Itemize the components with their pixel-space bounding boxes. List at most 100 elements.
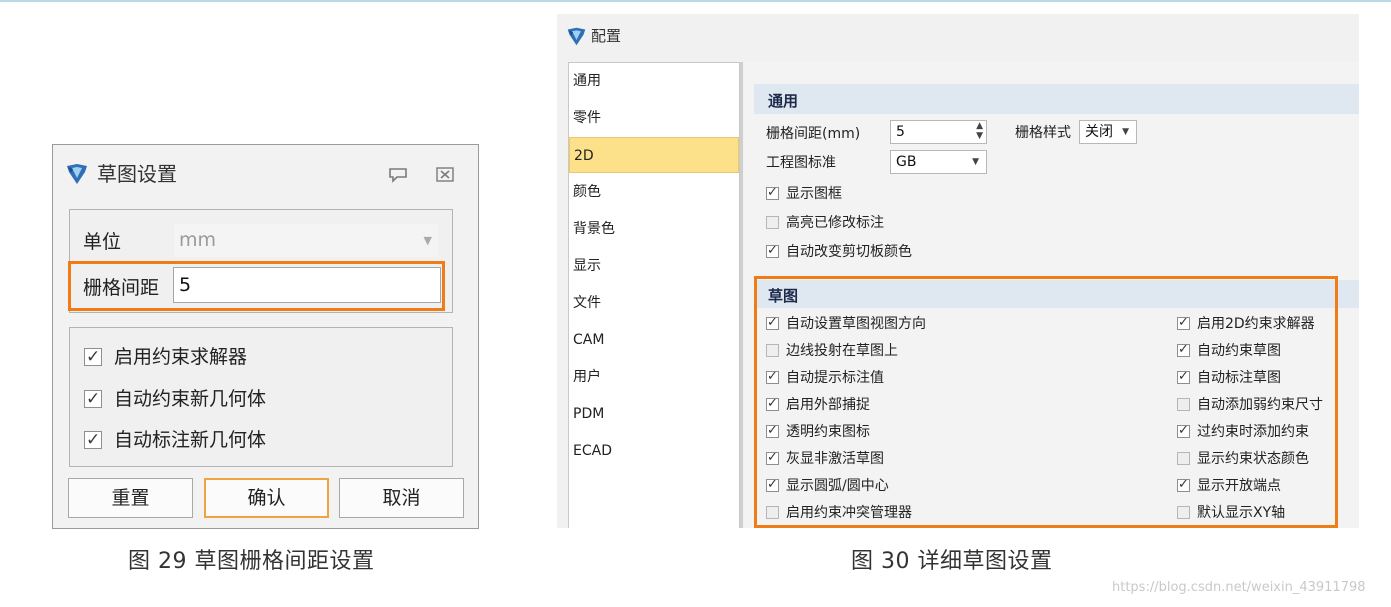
figure-30-caption: 图 30 详细草图设置: [851, 549, 1053, 574]
checkbox[interactable]: [1177, 452, 1190, 465]
checkbox-row[interactable]: 启用约束冲突管理器: [766, 504, 912, 522]
figure-29-caption: 图 29 草图栅格间距设置: [128, 549, 375, 574]
checkbox-row[interactable]: 启用约束求解器: [84, 346, 247, 370]
checkbox-row[interactable]: 自动约束草图: [1177, 341, 1281, 360]
checkbox-row[interactable]: 边线投射在草图上: [766, 342, 898, 360]
nav-item-2d[interactable]: 2D: [569, 137, 739, 173]
checkbox-row[interactable]: 启用外部捕捉: [766, 395, 870, 414]
checkbox[interactable]: [1177, 398, 1190, 411]
checkbox[interactable]: [766, 422, 779, 440]
checkbox-label: 默认显示XY轴: [1197, 505, 1286, 521]
spinner-icon[interactable]: ▲ ▼: [976, 121, 983, 141]
grid-style-label: 栅格样式: [1015, 125, 1071, 141]
checkbox[interactable]: [766, 216, 779, 229]
checkbox-row[interactable]: 透明约束图标: [766, 422, 870, 441]
nav-item-ecad[interactable]: ECAD: [569, 433, 739, 469]
dialog-title-bar: 草图设置: [53, 145, 478, 203]
drawing-standard-label: 工程图标准: [766, 155, 836, 171]
checkbox-row[interactable]: 过约束时添加约束: [1177, 422, 1309, 441]
reset-button[interactable]: 重置: [68, 478, 193, 518]
checkbox[interactable]: [84, 346, 102, 368]
config-nav: 通用 零件 2D 颜色 背景色 显示 文件 CAM 用户 PDM ECAD: [568, 62, 740, 528]
nav-item-user[interactable]: 用户: [569, 359, 739, 395]
checkbox-row[interactable]: 自动标注新几何体: [84, 429, 266, 453]
nav-item-background[interactable]: 背景色: [569, 211, 739, 247]
close-icon[interactable]: [433, 162, 457, 186]
checkbox-row[interactable]: 高亮已修改标注: [766, 214, 884, 232]
nav-item-cam[interactable]: CAM: [569, 322, 739, 358]
checkbox[interactable]: [766, 314, 779, 332]
solver-options-group: 启用约束求解器 自动约束新几何体 自动标注新几何体: [69, 327, 453, 467]
drawing-standard-select[interactable]: GB ▼: [890, 150, 987, 174]
checkbox[interactable]: [1177, 341, 1190, 359]
nav-item-part[interactable]: 零件: [569, 100, 739, 136]
checkbox[interactable]: [766, 476, 779, 494]
nav-item-color[interactable]: 颜色: [569, 174, 739, 210]
nav-item-general[interactable]: 通用: [569, 63, 739, 99]
drawing-standard-value: GB: [896, 154, 917, 170]
checkbox-row[interactable]: 自动提示标注值: [766, 368, 884, 387]
unit-grid-group: 单位 mm ▼ 栅格间距 5: [68, 209, 453, 313]
nav-splitter[interactable]: [740, 62, 743, 528]
checkbox[interactable]: [766, 184, 779, 202]
checkbox[interactable]: [766, 449, 779, 467]
checkbox[interactable]: [766, 344, 779, 357]
config-window: 配置 通用 零件 2D 颜色 背景色 显示 文件 CAM 用户 PDM ECAD…: [557, 14, 1359, 528]
checkbox[interactable]: [766, 368, 779, 386]
checkbox-label: 启用约束求解器: [114, 346, 248, 368]
grid-spacing-input[interactable]: 5: [173, 267, 441, 303]
nav-item-display[interactable]: 显示: [569, 248, 739, 284]
checkbox-label: 过约束时添加约束: [1197, 424, 1309, 440]
grid-style-select[interactable]: 关闭 ▼: [1079, 120, 1137, 144]
checkbox-label: 显示圆弧/圆中心: [786, 478, 889, 494]
grid-spacing-mm-input[interactable]: 5 ▲ ▼: [890, 120, 987, 144]
grid-spacing-label: 栅格间距: [83, 277, 160, 299]
checkbox[interactable]: [1177, 422, 1190, 440]
unit-select[interactable]: mm ▼: [174, 224, 438, 257]
checkbox-row[interactable]: 自动改变剪切板颜色: [766, 242, 912, 261]
checkbox[interactable]: [84, 388, 102, 410]
chevron-down-icon: ▼: [1122, 127, 1129, 137]
checkbox-row[interactable]: 灰显非激活草图: [766, 449, 884, 468]
checkbox-label: 自动添加弱约束尺寸: [1197, 397, 1323, 413]
checkbox[interactable]: [766, 506, 779, 519]
checkbox-row[interactable]: 自动设置草图视图方向: [766, 314, 926, 333]
checkbox[interactable]: [766, 242, 779, 260]
checkbox-label: 启用约束冲突管理器: [786, 505, 912, 521]
checkbox-label: 显示约束状态颜色: [1197, 451, 1309, 467]
checkbox-label: 透明约束图标: [786, 424, 870, 440]
checkbox-label: 显示开放端点: [1197, 478, 1281, 494]
checkbox[interactable]: [766, 395, 779, 413]
checkbox-row[interactable]: 自动添加弱约束尺寸: [1177, 396, 1323, 414]
checkbox-row[interactable]: 启用2D约束求解器: [1177, 314, 1315, 333]
checkbox-row[interactable]: 显示约束状态颜色: [1177, 450, 1309, 468]
cancel-button[interactable]: 取消: [339, 478, 464, 518]
checkbox-label: 自动改变剪切板颜色: [786, 244, 912, 260]
checkbox-label: 自动提示标注值: [786, 370, 884, 386]
checkbox-label: 边线投射在草图上: [786, 343, 898, 359]
dialog-title: 草图设置: [97, 162, 177, 186]
checkbox[interactable]: [84, 429, 102, 451]
confirm-button[interactable]: 确认: [204, 478, 329, 518]
checkbox[interactable]: [1177, 314, 1190, 332]
checkbox[interactable]: [1177, 506, 1190, 519]
app-logo-icon: [67, 164, 87, 184]
grid-spacing-mm-label: 栅格间距(mm): [766, 126, 861, 142]
checkbox-label: 显示图框: [786, 186, 842, 202]
settings-panel: 通用 栅格间距(mm) 5 ▲▼ 栅格样式 关闭 ▼ 工程图标准 GB ▼ 显示…: [744, 62, 1359, 528]
checkbox-label: 自动约束草图: [1197, 343, 1281, 359]
checkbox-row[interactable]: 显示开放端点: [1177, 476, 1281, 495]
checkbox-row[interactable]: 显示图框: [766, 184, 842, 203]
checkbox-row[interactable]: 自动标注草图: [1177, 368, 1281, 387]
nav-item-pdm[interactable]: PDM: [569, 396, 739, 432]
nav-item-file[interactable]: 文件: [569, 285, 739, 321]
checkbox-label: 自动标注草图: [1197, 370, 1281, 386]
app-logo-icon: [567, 27, 586, 46]
checkbox-row[interactable]: 显示圆弧/圆中心: [766, 476, 889, 495]
checkbox[interactable]: [1177, 476, 1190, 494]
message-icon[interactable]: [386, 162, 410, 186]
checkbox-row[interactable]: 默认显示XY轴: [1177, 504, 1285, 522]
checkbox-row[interactable]: 自动约束新几何体: [84, 388, 266, 412]
checkbox[interactable]: [1177, 368, 1190, 386]
checkbox-label: 自动标注新几何体: [114, 429, 267, 451]
